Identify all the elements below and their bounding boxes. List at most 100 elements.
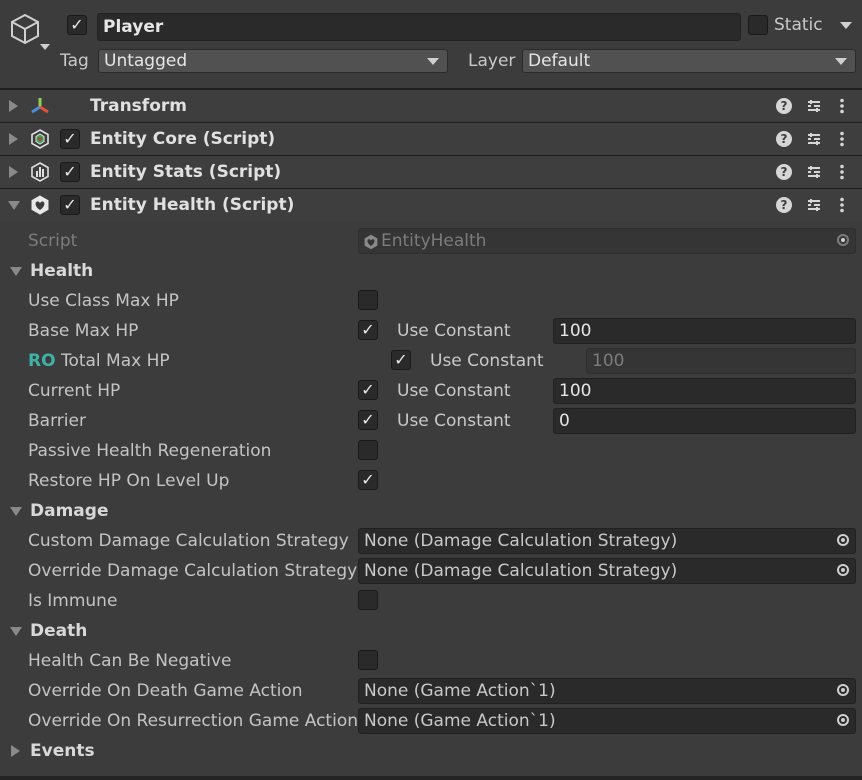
on-resurrection-label: Override On Resurrection Game Action	[28, 711, 358, 731]
total-max-hp-label: Total Max HP	[60, 351, 170, 371]
passive-regen-label: Passive Health Regeneration	[28, 441, 272, 461]
object-picker-icon[interactable]	[837, 234, 849, 246]
use-class-max-hp-label: Use Class Max HP	[28, 291, 179, 311]
override-strategy-label: Override Damage Calculation Strategy	[28, 561, 358, 581]
use-constant-label: Use Constant	[397, 411, 511, 431]
foldout-arrow-icon[interactable]	[8, 201, 20, 210]
chevron-down-icon	[835, 58, 847, 65]
inspector-header: ✓ Player Static Tag Untagged Layer Defau…	[0, 0, 862, 88]
help-icon[interactable]: ?	[776, 98, 792, 114]
damage-section-title[interactable]: Damage	[30, 501, 108, 521]
component-entity-core[interactable]: ✓ Entity Core (Script) ?	[0, 122, 862, 155]
can-be-negative-checkbox[interactable]	[358, 650, 378, 670]
static-label: Static	[774, 15, 823, 35]
component-title: Entity Stats (Script)	[90, 162, 282, 182]
tag-dropdown[interactable]: Untagged	[98, 49, 448, 73]
object-picker-icon[interactable]	[837, 564, 849, 576]
base-max-hp-label: Base Max HP	[28, 321, 139, 341]
custom-strategy-value: None (Damage Calculation Strategy)	[364, 531, 678, 551]
static-dropdown-icon[interactable]	[840, 22, 852, 29]
restore-hp-label: Restore HP On Level Up	[28, 471, 230, 491]
custom-strategy-field[interactable]: None (Damage Calculation Strategy)	[358, 528, 856, 554]
base-max-hp-field[interactable]: 100	[553, 318, 856, 344]
entity-health-icon	[364, 234, 378, 250]
help-icon[interactable]: ?	[776, 164, 792, 180]
tag-value: Untagged	[104, 51, 188, 71]
script-label: Script	[28, 231, 78, 251]
divider	[0, 776, 862, 780]
barrier-use-constant-checkbox[interactable]: ✓	[358, 410, 378, 430]
death-section-title[interactable]: Death	[30, 621, 87, 641]
entity-health-icon	[31, 195, 49, 215]
presets-icon[interactable]	[806, 164, 822, 180]
use-class-max-hp-checkbox[interactable]	[358, 290, 378, 310]
override-strategy-field[interactable]: None (Damage Calculation Strategy)	[358, 558, 856, 584]
component-transform[interactable]: Transform ?	[0, 88, 862, 121]
object-name-field[interactable]: Player	[97, 13, 741, 41]
script-field[interactable]: EntityHealth	[358, 228, 856, 254]
on-resurrection-value: None (Game Action`1)	[364, 711, 556, 731]
static-checkbox[interactable]	[748, 15, 768, 35]
foldout-arrow-icon[interactable]	[11, 745, 20, 757]
entity-stats-icon	[31, 162, 49, 182]
component-entity-health[interactable]: ✓ Entity Health (Script) ?	[0, 188, 862, 221]
foldout-arrow-icon[interactable]	[9, 133, 18, 145]
kebab-menu-icon[interactable]	[836, 197, 848, 213]
foldout-arrow-icon[interactable]	[9, 100, 18, 112]
current-hp-field[interactable]: 100	[553, 378, 856, 404]
total-max-hp-field: 100	[586, 348, 856, 374]
is-immune-checkbox[interactable]	[358, 590, 378, 610]
kebab-menu-icon[interactable]	[836, 164, 848, 180]
layer-value: Default	[528, 51, 591, 71]
barrier-field[interactable]: 0	[553, 408, 856, 434]
presets-icon[interactable]	[806, 131, 822, 147]
events-section-title[interactable]: Events	[30, 741, 95, 761]
current-hp-use-constant-checkbox[interactable]: ✓	[358, 380, 378, 400]
icon-dropdown-icon[interactable]	[40, 44, 50, 50]
foldout-arrow-icon[interactable]	[10, 507, 22, 516]
passive-regen-checkbox[interactable]	[358, 440, 378, 460]
layer-label: Layer	[468, 51, 516, 71]
foldout-arrow-icon[interactable]	[10, 627, 22, 636]
object-picker-icon[interactable]	[837, 714, 849, 726]
tag-label: Tag	[60, 51, 89, 71]
object-picker-icon[interactable]	[837, 534, 849, 546]
component-enabled-checkbox[interactable]: ✓	[60, 195, 80, 215]
component-enabled-checkbox[interactable]: ✓	[60, 129, 80, 149]
total-max-hp-use-constant-checkbox[interactable]: ✓	[391, 350, 411, 370]
gameobject-cube-icon[interactable]	[8, 12, 42, 46]
component-entity-stats[interactable]: ✓ Entity Stats (Script) ?	[0, 155, 862, 188]
use-constant-label: Use Constant	[430, 351, 544, 371]
component-enabled-checkbox[interactable]: ✓	[60, 162, 80, 182]
presets-icon[interactable]	[806, 98, 822, 114]
layer-dropdown[interactable]: Default	[522, 49, 856, 73]
help-icon[interactable]: ?	[776, 197, 792, 213]
object-picker-icon[interactable]	[837, 684, 849, 696]
chevron-down-icon	[427, 58, 439, 65]
total-max-hp-row: RO Total Max HP	[28, 351, 170, 371]
restore-hp-checkbox[interactable]: ✓	[358, 470, 378, 490]
barrier-label: Barrier	[28, 411, 86, 431]
base-max-hp-use-constant-checkbox[interactable]: ✓	[358, 320, 378, 340]
foldout-arrow-icon[interactable]	[9, 166, 18, 178]
on-resurrection-field[interactable]: None (Game Action`1)	[358, 708, 856, 734]
help-icon[interactable]: ?	[776, 131, 792, 147]
foldout-arrow-icon[interactable]	[10, 267, 22, 276]
entity-core-icon	[31, 129, 49, 149]
on-death-value: None (Game Action`1)	[364, 681, 556, 701]
presets-icon[interactable]	[806, 197, 822, 213]
active-toggle[interactable]: ✓	[67, 15, 87, 35]
kebab-menu-icon[interactable]	[836, 131, 848, 147]
script-value: EntityHealth	[381, 231, 487, 251]
kebab-menu-icon[interactable]	[836, 98, 848, 114]
health-section-title[interactable]: Health	[30, 261, 93, 281]
custom-strategy-label: Custom Damage Calculation Strategy	[28, 531, 349, 551]
read-only-badge: RO	[28, 351, 56, 371]
is-immune-label: Is Immune	[28, 591, 118, 611]
component-title: Entity Core (Script)	[90, 129, 276, 149]
on-death-label: Override On Death Game Action	[28, 681, 303, 701]
transform-icon	[31, 98, 49, 114]
use-constant-label: Use Constant	[397, 381, 511, 401]
on-death-field[interactable]: None (Game Action`1)	[358, 678, 856, 704]
use-constant-label: Use Constant	[397, 321, 511, 341]
